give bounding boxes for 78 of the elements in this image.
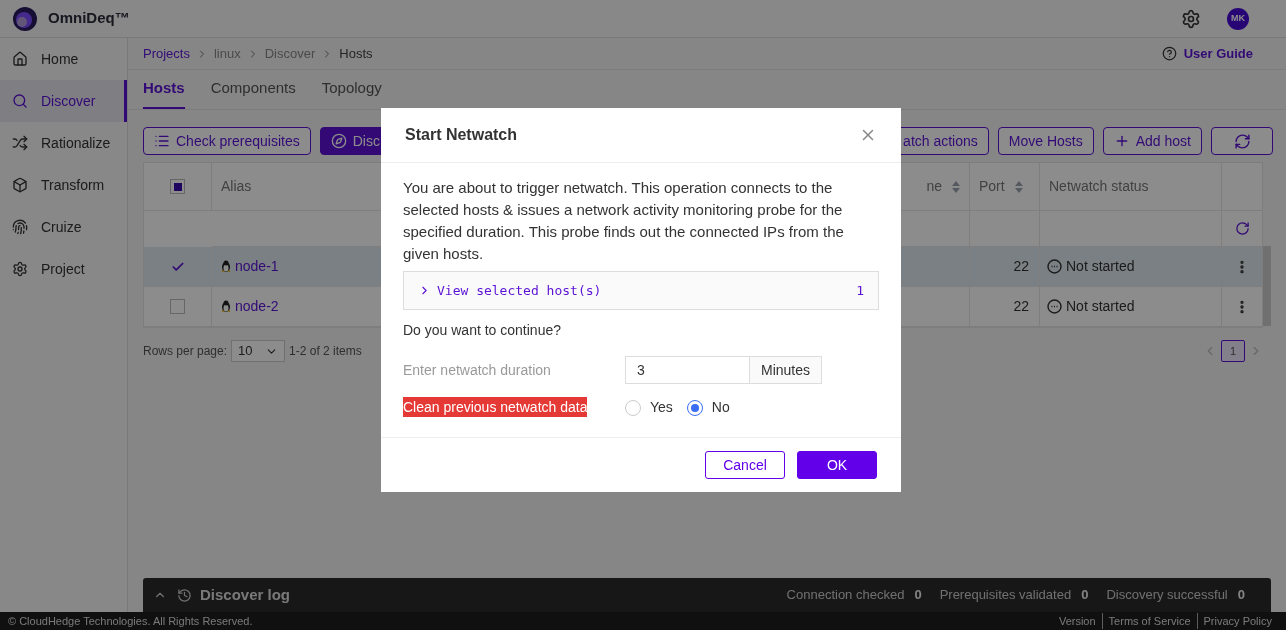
refresh-icon [1233,132,1251,150]
breadcrumb-item: Hosts [339,44,373,63]
selected-hosts-panel[interactable]: View selected host(s) 1 [403,271,879,310]
items-range: 1-2 of 2 items [289,343,362,360]
footer-link[interactable]: Privacy Policy [1196,612,1278,630]
search-icon [12,93,28,109]
settings-icon [12,261,28,277]
tab[interactable]: Hosts [143,69,185,109]
user-guide-link[interactable]: User Guide [1183,43,1253,64]
rows-per-page-select[interactable]: 10 [231,340,286,362]
footer-link[interactable]: Terms of Service [1101,612,1197,630]
sidebar-item[interactable]: Cruize [0,206,127,248]
cube-icon [12,177,28,193]
column-header[interactable]: Port [970,163,1040,211]
duration-field[interactable]: 3 [625,356,750,384]
sidebar-item[interactable]: Transform [0,164,127,206]
radio-label: Yes [650,398,673,417]
fingerprint-icon [12,219,28,235]
row-checkbox[interactable] [170,299,185,314]
confirm-question: Do you want to continue? [403,321,562,340]
help-icon [1161,46,1177,61]
radio-label: No [711,398,730,417]
reload-icon[interactable] [1234,221,1250,236]
sidebar-item[interactable]: Project [0,248,127,290]
app-name: OmniDeq™ [48,8,130,29]
duration-label: Enter netwatch duration [403,360,552,380]
penguin-icon [221,300,231,313]
toolbar-button[interactable]: Move Hosts [997,127,1094,155]
scrollbar[interactable] [1263,246,1271,326]
sort-icon[interactable] [1014,179,1023,194]
breadcrumb-item: linux [213,44,241,63]
clean-data-label: Clean previous netwatch data [403,397,588,417]
status-text: Not started [1066,257,1135,276]
stat-label: Prerequisites validated [939,586,1072,605]
stat-value: 0 [914,586,922,605]
sort-icon[interactable] [952,179,960,194]
home-icon [12,51,28,67]
cancel-button[interactable]: Cancel [705,451,785,479]
sidebar-item[interactable]: Discover [0,80,127,122]
shuffle-icon [12,135,28,151]
status-icon [1047,259,1062,274]
host-count: 1 [856,281,864,300]
port-cell-text: 22 [1013,257,1029,276]
compass-icon [330,133,347,149]
select-all-checkbox[interactable] [170,179,185,194]
stat-label: Connection checked [786,586,905,605]
unit-label: Minutes [750,356,823,384]
history-icon [177,587,192,603]
toolbar-button[interactable]: Check prerequisites [143,127,311,155]
sidebar-item[interactable]: Rationalize [0,122,127,164]
host-link[interactable]: node-1 [235,256,279,277]
status-text: Not started [1066,297,1135,316]
page-number[interactable]: 1 [1221,340,1245,362]
copyright-text: © CloudHedge Technologies. All Rights Reserved. [8,613,253,629]
stat-value: 0 [1237,586,1245,605]
log-title: Discover log [200,584,291,605]
logo-icon [12,5,38,32]
list-icon [154,133,170,149]
breadcrumb-item: Discover [264,44,316,63]
tab[interactable]: Components [210,69,296,109]
user-avatar[interactable]: MK [1227,7,1249,30]
ok-button[interactable]: OK [797,451,877,479]
panel-label: View selected host(s) [437,281,602,300]
status-icon [1047,299,1062,314]
footer-link[interactable]: Version [1052,612,1102,630]
toolbar-button[interactable]: Add host [1102,127,1202,155]
settings-icon[interactable] [1181,8,1201,29]
refresh-button[interactable] [1211,127,1273,155]
breadcrumb-link[interactable]: Projects [143,43,190,64]
port-cell-text: 22 [1013,297,1029,316]
host-link[interactable]: node-2 [235,296,279,317]
rows-per-page-label: Rows per page: [143,343,228,360]
penguin-icon [221,260,231,273]
tab[interactable]: Topology [321,69,382,109]
column-header: Netwatch status [1040,163,1222,211]
stat-value: 0 [1081,586,1089,605]
stat-label: Discovery successful [1106,586,1228,605]
sidebar-item[interactable]: Home [0,38,127,80]
